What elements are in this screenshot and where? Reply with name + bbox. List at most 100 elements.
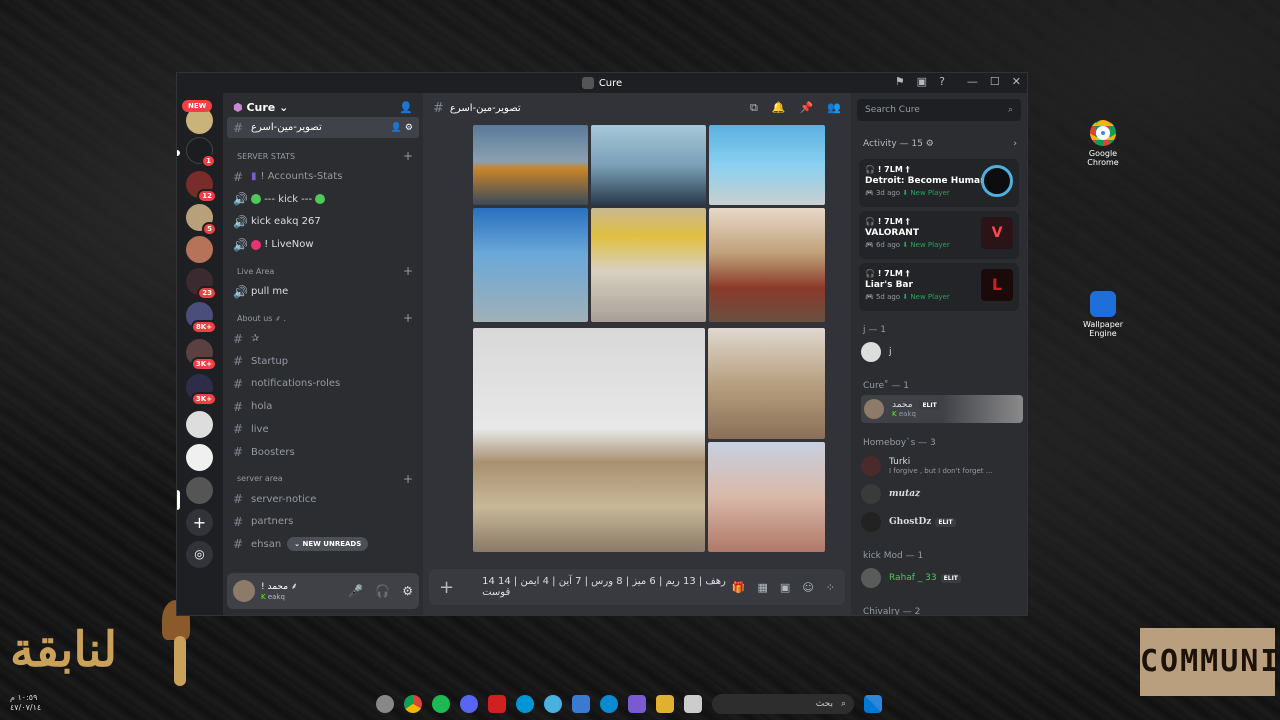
search-input[interactable]: Search Cure ⌕	[857, 99, 1021, 121]
threads-icon[interactable]: ⧉	[750, 101, 758, 115]
category-live[interactable]: Live Area +	[227, 261, 419, 281]
server-icon[interactable]	[186, 411, 213, 438]
category-server-area[interactable]: server area +	[227, 469, 419, 489]
new-unreads-button[interactable]: ⌄ NEW UNREADS	[287, 537, 369, 552]
wallpaper-engine-desktop-icon[interactable]: Wallpaper Engine	[1073, 291, 1133, 338]
chrome-taskbar-icon[interactable]	[404, 695, 422, 713]
attach-icon[interactable]: +	[439, 577, 454, 598]
folder-icon[interactable]	[656, 695, 674, 713]
store-icon[interactable]	[572, 695, 590, 713]
photo-cat-table[interactable]	[473, 328, 705, 552]
channel-star[interactable]: # ✰	[227, 328, 419, 349]
gif-icon[interactable]: ▦	[758, 581, 768, 594]
member-item[interactable]: Rahaf _ 33 ELIT	[861, 565, 1021, 591]
category-stats[interactable]: SERVER STATS +	[227, 146, 419, 166]
help-icon[interactable]: ?	[939, 75, 945, 88]
discover-icon[interactable]: ◎	[186, 541, 213, 568]
server-icon[interactable]	[186, 477, 213, 504]
activity-card[interactable]: 🎧 ! 7LM † Liar's Bar 🎮 5d ago ⬇ New Play…	[859, 263, 1019, 311]
close-button[interactable]: ✕	[1012, 75, 1021, 88]
valorant-taskbar-icon[interactable]	[488, 695, 506, 713]
photo-towers[interactable]	[709, 125, 825, 205]
app-icon[interactable]	[544, 695, 562, 713]
sticker-icon[interactable]: ▣	[780, 581, 790, 594]
channel-partners[interactable]: # partners	[227, 511, 419, 532]
flag-icon[interactable]: ⚑	[895, 75, 905, 88]
hp-icon[interactable]	[516, 695, 534, 713]
channel-kick-eakq[interactable]: 🔊 kick eakq 267	[227, 211, 419, 232]
channel-kick[interactable]: 🔊 --- kick ---	[227, 189, 419, 210]
maximize-button[interactable]: ☐	[990, 75, 1000, 88]
activity-card[interactable]: 🎧 ! 7LM † VALORANT 🎮 6d ago ⬇ New Player…	[859, 211, 1019, 259]
photo-cat-closeup[interactable]	[708, 328, 825, 439]
add-member-icon[interactable]: 👤	[399, 101, 413, 114]
photo-toy[interactable]	[708, 442, 825, 552]
photo-sunset[interactable]	[473, 125, 588, 205]
channel-active[interactable]: # تصوير-مين-اسرع 👤 ⚙	[227, 117, 419, 138]
server-icon[interactable]: 12	[186, 171, 217, 203]
user-panel[interactable]: ! محمد ⸙ K eakq 🎤 🎧 ⚙	[227, 573, 419, 609]
member-item[interactable]: j	[861, 339, 1021, 365]
screen-icon[interactable]: ▣	[917, 75, 927, 88]
apps-icon[interactable]: ⁘	[826, 581, 835, 594]
channel-livenow[interactable]: 🔊 ! LiveNow	[227, 234, 419, 255]
headphones-icon[interactable]: 🎧	[375, 584, 390, 598]
add-channel-icon[interactable]: +	[403, 264, 413, 278]
member-list: Search Cure ⌕ Activity — 15 ⚙ › 🎧 ! 7LM † …	[851, 93, 1027, 615]
channel-startup[interactable]: # Startup	[227, 351, 419, 372]
member-item[interactable]: Turki I forgive , but I don't forget ...	[861, 453, 1021, 479]
server-icon[interactable]: 23	[186, 268, 217, 300]
minimize-button[interactable]: —	[967, 75, 978, 88]
search-icon: ⌕	[840, 699, 846, 709]
app-icon[interactable]	[684, 695, 702, 713]
bell-icon[interactable]: 🔔	[772, 101, 786, 115]
avatar[interactable]	[233, 580, 255, 602]
member-item[interactable]: GhostDz ELIT	[861, 509, 1021, 535]
photo-rabbit-statue[interactable]	[709, 208, 825, 322]
channel-notifications-roles[interactable]: # notifications-roles	[227, 373, 419, 394]
add-channel-icon[interactable]: +	[403, 472, 413, 486]
user-settings-icon[interactable]: ⚙	[402, 584, 413, 598]
member-item[interactable]: mutaz	[861, 481, 1021, 507]
add-channel-icon[interactable]: +	[403, 149, 413, 163]
edge-icon[interactable]	[600, 695, 618, 713]
channel-pull-me[interactable]: 🔊 pull me	[227, 281, 419, 302]
message-composer[interactable]: + 14 رهف | 13 ريم | 6 ميز | 8 ورس | 7 آي…	[429, 569, 845, 605]
category-about[interactable]: About us ⸙ . +	[227, 308, 419, 328]
server-icon[interactable]: 3K+	[186, 374, 217, 406]
members-icon[interactable]: 👥	[827, 101, 841, 115]
taskbar-search[interactable]: بحث ⌕	[712, 694, 854, 714]
copilot-icon[interactable]	[628, 695, 646, 713]
channel-ehsan[interactable]: # ehsan ⌄ NEW UNREADS	[227, 534, 419, 555]
pin-icon[interactable]: 📌	[800, 101, 814, 115]
spotify-icon[interactable]	[432, 695, 450, 713]
discord-icon[interactable]	[460, 695, 478, 713]
channel-accounts[interactable]: # ▮! Accounts-Stats	[227, 166, 419, 187]
server-icon[interactable]: 8K+	[186, 302, 217, 334]
add-channel-icon[interactable]: +	[403, 311, 413, 325]
photo-city-skyline[interactable]	[591, 125, 706, 205]
channel-hola[interactable]: # hola	[227, 396, 419, 417]
google-chrome-desktop-icon[interactable]: Google Chrome	[1073, 120, 1133, 167]
channel-boosters[interactable]: # Boosters	[227, 442, 419, 463]
emoji-icon[interactable]: ☺	[802, 581, 813, 594]
activity-card[interactable]: 🎧 ! 7LM † Detroit: Become Human 🎮 3d ago…	[859, 159, 1019, 207]
server-icon[interactable]: 3K+	[186, 339, 217, 371]
server-icon[interactable]	[186, 236, 213, 263]
server-icon[interactable]	[186, 444, 213, 471]
hash-icon: #	[433, 100, 444, 116]
gift-icon[interactable]: 🎁	[732, 581, 746, 594]
photo-skyscraper[interactable]	[473, 208, 588, 322]
app-icon[interactable]	[376, 695, 394, 713]
server-icon[interactable]: 1	[186, 137, 216, 168]
photo-plaza[interactable]	[591, 208, 706, 322]
windows-start-icon[interactable]	[864, 695, 882, 713]
server-icon[interactable]: 5	[186, 204, 217, 236]
channel-live[interactable]: # live	[227, 419, 419, 440]
settings-icon[interactable]: 👤 ⚙	[391, 123, 413, 133]
add-server-icon[interactable]: +	[186, 509, 213, 536]
microphone-icon[interactable]: 🎤	[348, 584, 363, 598]
activity-header[interactable]: Activity — 15 ⚙ ›	[863, 139, 1017, 149]
channel-server-notice[interactable]: # server-notice	[227, 489, 419, 510]
member-item[interactable]: محمد ELIT K eakq	[861, 395, 1023, 423]
